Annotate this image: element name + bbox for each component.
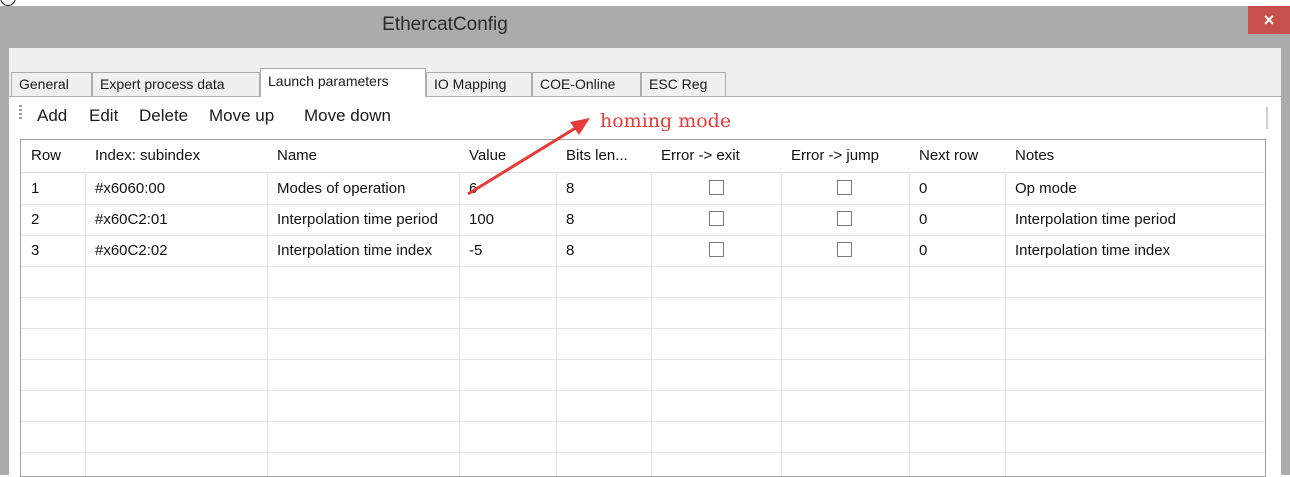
empty-table-row [21, 359, 1265, 391]
move-up-button[interactable]: Move up [209, 106, 274, 126]
table-row[interactable]: 3 #x60C2:02 Interpolation time index -5 … [21, 235, 1265, 267]
column-header-index[interactable]: Index: subindex [85, 140, 267, 172]
launch-parameters-table[interactable]: Row Index: subindex Name Value Bits len.… [20, 139, 1266, 477]
value-cell[interactable]: -5 [459, 235, 556, 266]
add-button[interactable]: Add [37, 106, 67, 126]
error-exit-checkbox[interactable] [709, 242, 724, 257]
column-header-error-jump[interactable]: Error -> jump [781, 140, 909, 172]
column-header-name[interactable]: Name [267, 140, 459, 172]
delete-button[interactable]: Delete [139, 106, 188, 126]
column-header-notes[interactable]: Notes [1005, 140, 1265, 172]
value-cell[interactable]: 6 [459, 173, 556, 204]
tab-esc-reg[interactable]: ESC Reg [641, 72, 726, 96]
error-jump-checkbox[interactable] [837, 180, 852, 195]
bits-length-cell: 8 [566, 242, 575, 259]
empty-table-row [21, 421, 1265, 453]
name-cell: Modes of operation [277, 180, 406, 197]
error-jump-checkbox[interactable] [837, 211, 852, 226]
value-cell[interactable]: 100 [459, 204, 556, 235]
next-row-cell: 0 [919, 242, 928, 259]
index-cell: #x60C2:02 [95, 242, 168, 259]
table-row[interactable]: 2 #x60C2:01 Interpolation time period 10… [21, 204, 1265, 236]
table-row[interactable]: 1 #x6060:00 Modes of operation 6 8 0 Op … [21, 173, 1265, 205]
close-icon: × [1263, 9, 1275, 30]
tab-launch-parameters[interactable]: Launch parameters [260, 68, 426, 97]
tab-expert-process-data[interactable]: Expert process data [92, 72, 260, 96]
column-header-next-row[interactable]: Next row [909, 140, 1005, 172]
row-number-cell: 2 [31, 211, 40, 228]
edit-button[interactable]: Edit [89, 106, 118, 126]
ethercat-config-window: EthercatConfig × General Expert process … [0, 6, 1290, 477]
notes-cell: Interpolation time index [1015, 242, 1171, 259]
notes-cell: Op mode [1015, 180, 1077, 197]
launch-parameters-panel: Add Edit Delete Move up Move down Row In… [9, 96, 1281, 477]
column-header-error-exit[interactable]: Error -> exit [651, 140, 781, 172]
next-row-cell: 0 [919, 211, 928, 228]
empty-table-row [21, 328, 1265, 360]
title-bar[interactable]: EthercatConfig × [0, 6, 1290, 48]
index-cell: #x60C2:01 [95, 211, 168, 228]
name-cell: Interpolation time period [277, 211, 438, 228]
tab-general[interactable]: General [11, 72, 92, 96]
tab-coe-online[interactable]: COE-Online [532, 72, 641, 96]
table-header: Row Index: subindex Name Value Bits len.… [21, 140, 1265, 173]
row-number-cell: 1 [31, 180, 40, 197]
bits-length-cell: 8 [566, 211, 575, 228]
notes-cell: Interpolation time period [1015, 211, 1176, 228]
empty-table-row [21, 297, 1265, 329]
column-header-value[interactable]: Value [459, 140, 556, 172]
error-exit-checkbox[interactable] [709, 211, 724, 226]
bits-length-cell: 8 [566, 180, 575, 197]
close-button[interactable]: × [1248, 6, 1290, 34]
error-exit-checkbox[interactable] [709, 180, 724, 195]
window-title: EthercatConfig [382, 14, 508, 35]
column-header-row[interactable]: Row [21, 140, 85, 172]
empty-table-row [21, 390, 1265, 422]
tab-io-mapping[interactable]: IO Mapping [426, 72, 532, 96]
error-jump-checkbox[interactable] [837, 242, 852, 257]
homing-mode-annotation: homing mode [600, 110, 732, 132]
next-row-cell: 0 [919, 180, 928, 197]
index-cell: #x6060:00 [95, 180, 166, 197]
row-number-cell: 3 [31, 242, 40, 259]
name-cell: Interpolation time index [277, 242, 433, 259]
move-down-button[interactable]: Move down [304, 106, 391, 126]
empty-table-row [21, 452, 1265, 476]
column-header-bits-length[interactable]: Bits len... [556, 140, 651, 172]
toolbar-separator [1266, 107, 1268, 129]
empty-table-row [21, 266, 1265, 298]
toolbar-grip-icon[interactable] [19, 105, 22, 119]
